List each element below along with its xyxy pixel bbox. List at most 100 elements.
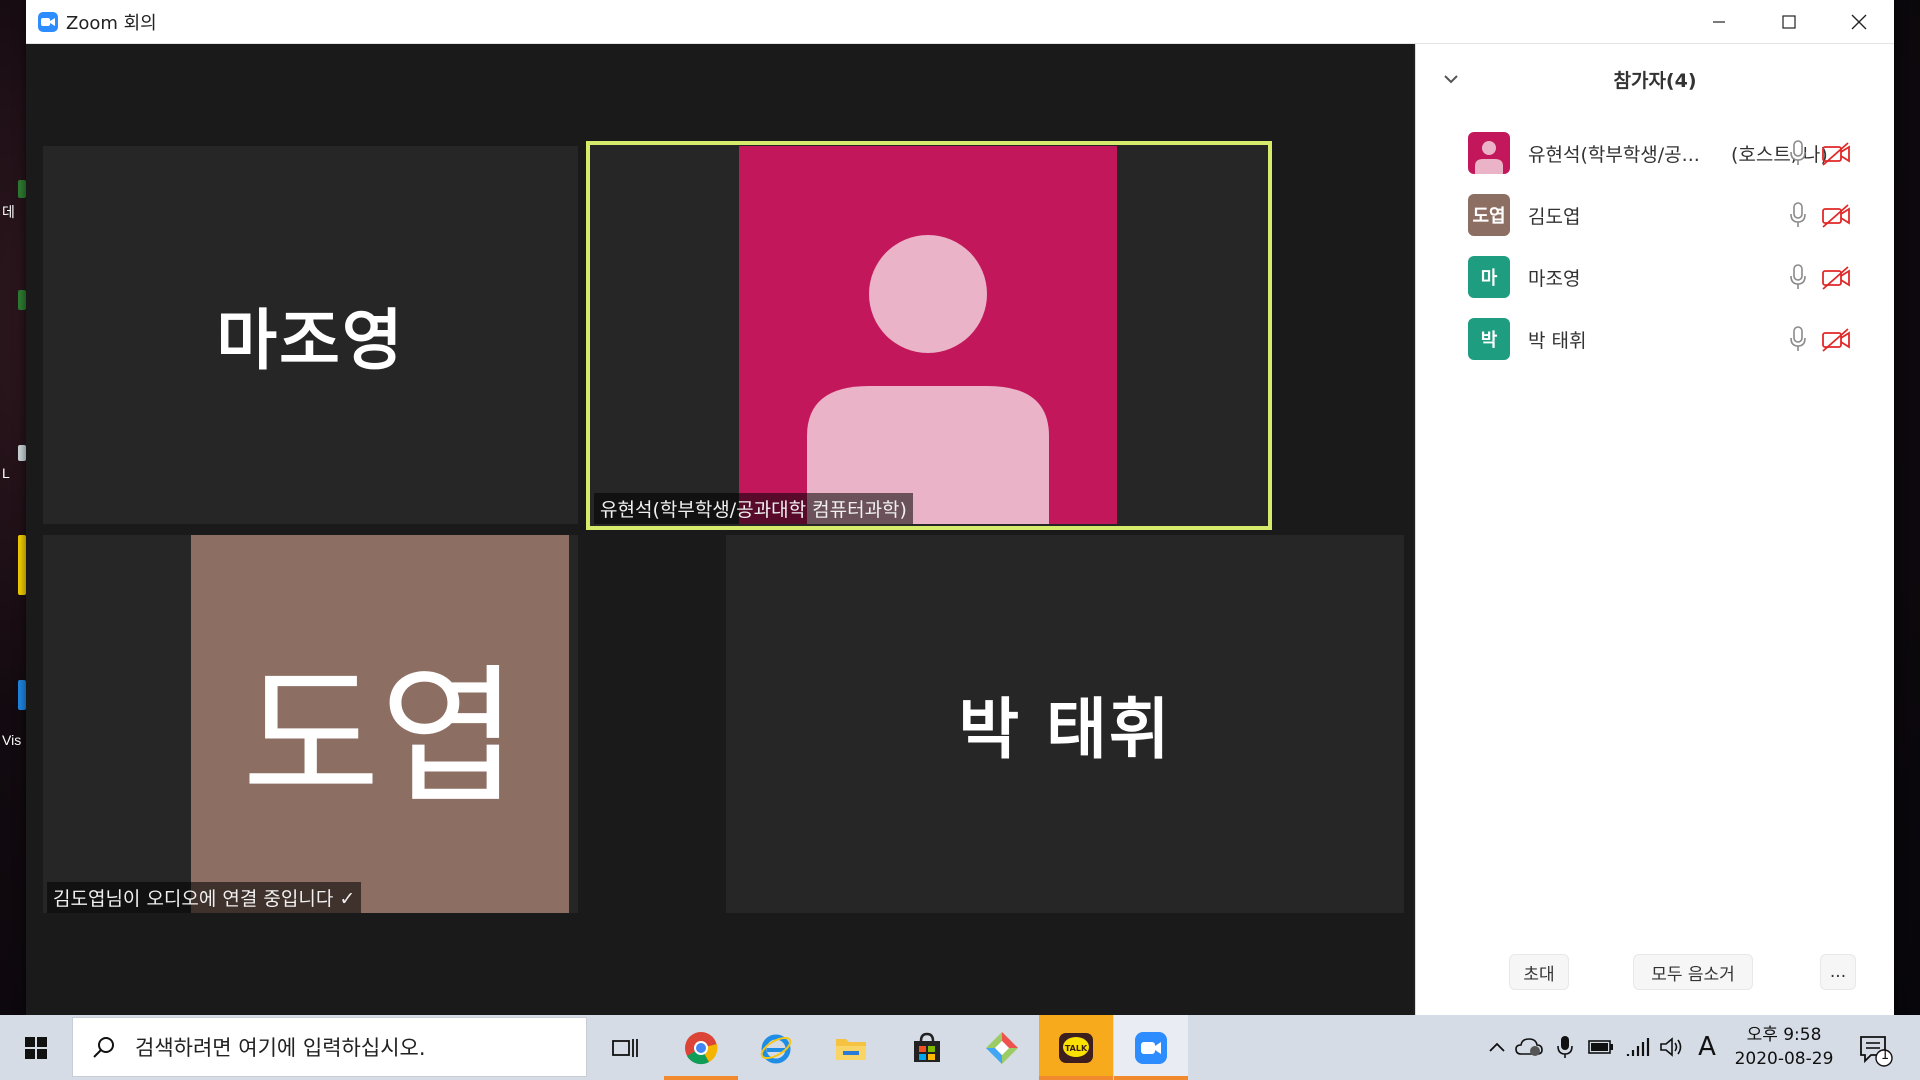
participant-name: 마조영 <box>1528 268 1581 290</box>
onedrive-tray[interactable] <box>1515 1033 1543 1061</box>
minimize-icon <box>1713 21 1725 23</box>
desktop-icon-fragment[interactable] <box>18 535 26 595</box>
kakaotalk-icon: TALK <box>1059 1032 1093 1063</box>
taskbar-zoom[interactable] <box>1114 1015 1188 1080</box>
chrome-icon <box>685 1031 718 1064</box>
svg-text:TALK: TALK <box>1065 1044 1088 1053</box>
notification-count: 1 <box>1880 1048 1890 1063</box>
clock-date: 2020-08-29 <box>1734 1049 1834 1069</box>
panel-title: 참가자(4) <box>1613 69 1697 92</box>
participant-row[interactable]: 도엽 김도엽 <box>1416 184 1894 246</box>
microphone-icon <box>1557 1036 1573 1058</box>
participant-row[interactable]: 유현석(학부학생/공... (호스트, 나) <box>1416 122 1894 184</box>
person-silhouette-icon <box>807 235 1049 524</box>
taskbar-microsoft-store[interactable] <box>890 1015 964 1080</box>
battery-icon <box>1588 1040 1613 1054</box>
speaker-icon <box>1660 1037 1682 1057</box>
participant-name-display: 마조영 <box>216 302 405 379</box>
taskbar-chrome[interactable] <box>664 1015 738 1080</box>
taskbar-file-explorer[interactable] <box>814 1015 888 1080</box>
clock-time: 오후 9:58 <box>1746 1025 1822 1045</box>
participant-avatar: 도엽 <box>1468 194 1510 236</box>
participant-avatar <box>1468 132 1510 174</box>
participant-avatar: 박 <box>1468 318 1510 360</box>
desktop-icon-fragment[interactable] <box>18 445 26 461</box>
microphone-icon[interactable] <box>1789 202 1807 228</box>
search-icon <box>93 1037 114 1058</box>
participant-list: 유현석(학부학생/공... (호스트, 나) 도엽 김도엽 마 마조영 박 박 … <box>1416 122 1894 370</box>
window-controls <box>1684 0 1894 44</box>
windows-taskbar: 검색하려면 여기에 입력하십시오. TALK A 오후 9:58 2020-08… <box>0 1015 1920 1080</box>
wifi-tray[interactable] <box>1625 1033 1653 1061</box>
video-tile-kimdoyeop[interactable]: 도엽 김도엽님이 오디오에 연결 중입니다 ✓ <box>43 535 578 913</box>
video-off-icon[interactable] <box>1821 328 1851 352</box>
video-tile-majoyoung[interactable]: 마조영 <box>43 146 578 524</box>
video-off-icon[interactable] <box>1821 142 1851 166</box>
show-hidden-icons-button[interactable] <box>1483 1033 1511 1061</box>
participant-row[interactable]: 박 박 태휘 <box>1416 308 1894 370</box>
taskbar-app-diamond[interactable] <box>965 1015 1039 1080</box>
video-off-icon[interactable] <box>1821 204 1851 228</box>
participant-name: 유현석(학부학생/공... <box>1528 144 1700 166</box>
video-tile-parktaehwi[interactable]: 박 태휘 <box>726 535 1404 913</box>
chevron-down-icon <box>1444 75 1458 84</box>
video-tile-yuhyunseok[interactable]: 유현석(학부학생/공과대학 컴퓨터과학) <box>586 141 1272 530</box>
desktop-icon-fragment[interactable] <box>18 180 26 198</box>
participant-row[interactable]: 마 마조영 <box>1416 246 1894 308</box>
video-gallery: 마조영 유현석(학부학생/공과대학 컴퓨터과학) 도엽 김도엽님이 오디오에 연… <box>26 44 1413 1015</box>
video-off-icon[interactable] <box>1821 266 1851 290</box>
battery-tray[interactable] <box>1587 1033 1615 1061</box>
desktop-icon-fragment[interactable] <box>18 290 26 310</box>
folder-icon <box>836 1038 866 1060</box>
minimize-button[interactable] <box>1684 0 1754 44</box>
zoom-icon <box>1135 1031 1167 1064</box>
desktop-icon-label: L <box>2 465 10 481</box>
audio-connecting-status: 김도엽님이 오디오에 연결 중입니다 ✓ <box>47 882 362 913</box>
internet-explorer-icon <box>760 1034 792 1063</box>
taskbar-internet-explorer[interactable] <box>739 1015 813 1080</box>
participant-role: (호스트, 나) <box>1731 144 1828 166</box>
task-view-icon <box>612 1038 638 1057</box>
zoom-logo-icon <box>38 11 58 32</box>
windows-logo-icon <box>25 1036 47 1059</box>
invite-button[interactable]: 초대 <box>1509 954 1569 990</box>
more-options-button[interactable]: ... <box>1820 954 1856 990</box>
maximize-button[interactable] <box>1754 0 1824 44</box>
window-titlebar[interactable]: Zoom 회의 <box>26 0 1894 44</box>
close-button[interactable] <box>1824 0 1894 44</box>
action-center-button[interactable]: 1 <box>1855 1029 1895 1069</box>
taskbar-search-box[interactable]: 검색하려면 여기에 입력하십시오. <box>72 1017 587 1077</box>
wifi-icon <box>1626 1038 1650 1056</box>
task-view-button[interactable] <box>588 1015 662 1080</box>
maximize-icon <box>1782 15 1796 29</box>
taskbar-kakaotalk[interactable]: TALK <box>1039 1015 1113 1080</box>
participant-name: 박 태휘 <box>1528 330 1587 352</box>
input-method-indicator[interactable]: A <box>1693 1032 1721 1062</box>
cloud-sync-icon <box>1515 1038 1543 1056</box>
taskbar-clock[interactable]: 오후 9:58 2020-08-29 <box>1724 1023 1844 1071</box>
panel-footer: 초대 모두 음소거 ... <box>1416 954 1894 1014</box>
close-icon <box>1851 14 1867 30</box>
microphone-icon[interactable] <box>1789 140 1807 166</box>
mute-all-button[interactable]: 모두 음소거 <box>1633 954 1753 990</box>
diamond-app-icon <box>986 1031 1018 1064</box>
microphone-icon[interactable] <box>1789 326 1807 352</box>
collapse-panel-button[interactable] <box>1440 68 1462 90</box>
window-title: Zoom 회의 <box>66 12 157 34</box>
volume-tray[interactable] <box>1658 1033 1686 1061</box>
desktop-icons-strip: 데 L Vis <box>0 180 26 940</box>
host-avatar <box>739 146 1117 524</box>
start-button[interactable] <box>0 1015 72 1080</box>
zoom-meeting-window: Zoom 회의 마조영 유현석(학부학생/공과대학 컴퓨터과학) 도엽 김도엽님… <box>26 0 1894 1015</box>
chevron-up-icon <box>1489 1042 1505 1052</box>
microphone-icon[interactable] <box>1789 264 1807 290</box>
participant-name-display: 박 태휘 <box>958 691 1172 768</box>
search-placeholder: 검색하려면 여기에 입력하십시오. <box>135 1036 426 1060</box>
panel-header: 참가자(4) <box>1416 44 1894 114</box>
desktop-icon-fragment[interactable] <box>18 680 26 710</box>
participant-name: 김도엽 <box>1528 206 1581 228</box>
desktop-icon-label: 데 <box>2 204 15 220</box>
microphone-tray[interactable] <box>1551 1033 1579 1061</box>
person-silhouette-icon <box>1475 141 1503 174</box>
participant-name-label: 유현석(학부학생/공과대학 컴퓨터과학) <box>594 493 913 524</box>
